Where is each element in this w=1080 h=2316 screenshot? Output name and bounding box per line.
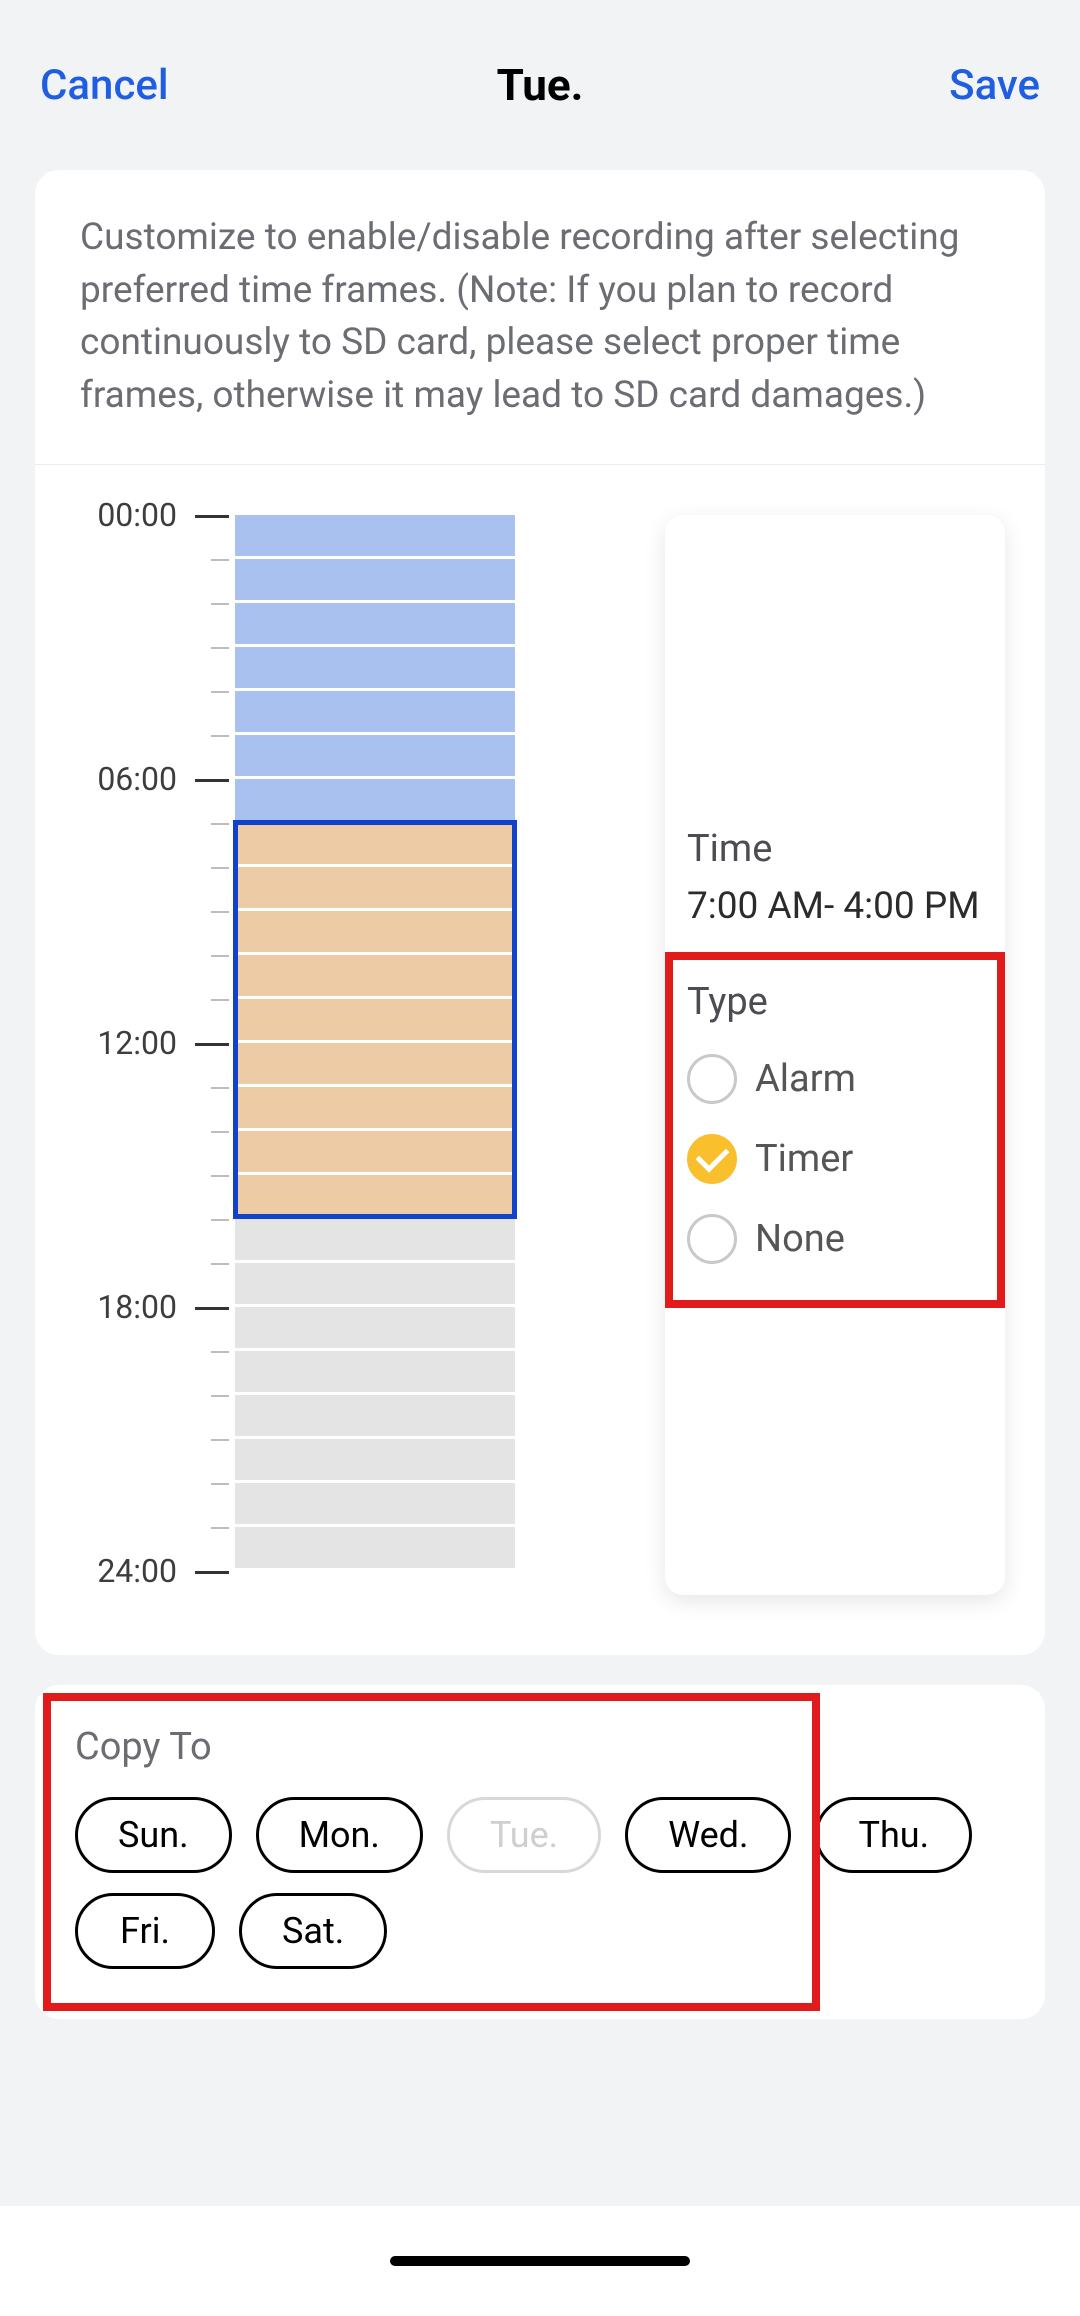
panel-time-heading: Time bbox=[687, 827, 983, 871]
tick-minor bbox=[211, 955, 229, 957]
tick-minor bbox=[211, 1527, 229, 1529]
copy-to-heading: Copy To bbox=[75, 1725, 1005, 1769]
panel-type-section: Type Alarm Timer None bbox=[665, 952, 1005, 1308]
day-pill-fri[interactable]: Fri. bbox=[75, 1893, 215, 1969]
time-slot[interactable] bbox=[235, 1483, 515, 1527]
time-slot[interactable] bbox=[235, 911, 515, 955]
tick-minor bbox=[211, 1395, 229, 1397]
tick-minor bbox=[211, 691, 229, 693]
header-bar: Cancel Tue. Save bbox=[0, 0, 1080, 170]
copy-to-days: Sun. Mon. Tue. Wed. Thu. Fri. Sat. bbox=[75, 1797, 1005, 1969]
tick-major bbox=[195, 1571, 229, 1574]
tick-minor bbox=[211, 647, 229, 649]
day-pill-sun[interactable]: Sun. bbox=[75, 1797, 232, 1873]
tick-major bbox=[195, 1043, 229, 1046]
tick-major bbox=[195, 1307, 229, 1310]
tick-minor bbox=[211, 735, 229, 737]
time-slot[interactable] bbox=[235, 1395, 515, 1439]
time-label: 12:00 bbox=[97, 1024, 177, 1062]
panel-time-value: 7:00 AM- 4:00 PM bbox=[687, 885, 983, 928]
time-slot[interactable] bbox=[235, 603, 515, 647]
tick-minor bbox=[211, 1131, 229, 1133]
day-pill-tue: Tue. bbox=[447, 1797, 601, 1873]
time-slot[interactable] bbox=[235, 1131, 515, 1175]
save-button[interactable]: Save bbox=[949, 61, 1040, 110]
time-slot[interactable] bbox=[235, 867, 515, 911]
time-slot[interactable] bbox=[235, 999, 515, 1043]
time-slot[interactable] bbox=[235, 779, 515, 823]
time-slot[interactable] bbox=[235, 823, 515, 867]
time-slot[interactable] bbox=[235, 1439, 515, 1483]
time-slot[interactable] bbox=[235, 1527, 515, 1571]
time-slots[interactable] bbox=[235, 515, 515, 1571]
time-slot[interactable] bbox=[235, 735, 515, 779]
time-slot[interactable] bbox=[235, 515, 515, 559]
time-slot[interactable] bbox=[235, 647, 515, 691]
time-slot[interactable] bbox=[235, 559, 515, 603]
page-title: Tue. bbox=[497, 59, 584, 111]
time-slot[interactable] bbox=[235, 1175, 515, 1219]
day-pill-thu[interactable]: Thu. bbox=[815, 1797, 972, 1873]
time-slot[interactable] bbox=[235, 1351, 515, 1395]
tick-minor bbox=[211, 559, 229, 561]
tick-minor bbox=[211, 603, 229, 605]
tick-minor bbox=[211, 1351, 229, 1353]
instruction-text: Customize to enable/disable recording af… bbox=[80, 212, 1000, 422]
type-radio-group: Alarm Timer None bbox=[687, 1054, 983, 1264]
day-pill-sat[interactable]: Sat. bbox=[239, 1893, 387, 1969]
type-option-label: Timer bbox=[755, 1137, 853, 1181]
day-pill-wed[interactable]: Wed. bbox=[625, 1797, 791, 1873]
tick-minor bbox=[211, 1219, 229, 1221]
time-slot[interactable] bbox=[235, 1263, 515, 1307]
time-slot[interactable] bbox=[235, 1087, 515, 1131]
copy-to-card: Copy To Sun. Mon. Tue. Wed. Thu. Fri. Sat. bbox=[35, 1685, 1045, 2019]
time-slot[interactable] bbox=[235, 1307, 515, 1351]
time-label: 24:00 bbox=[97, 1552, 177, 1590]
home-indicator bbox=[390, 2256, 690, 2266]
cancel-button[interactable]: Cancel bbox=[40, 61, 169, 110]
tick-minor bbox=[211, 999, 229, 1001]
time-axis-ticks bbox=[195, 515, 235, 1571]
time-label: 18:00 bbox=[97, 1288, 177, 1326]
radio-unchecked-icon bbox=[687, 1054, 737, 1104]
type-option-label: None bbox=[755, 1217, 845, 1261]
type-option-none[interactable]: None bbox=[687, 1214, 983, 1264]
tick-minor bbox=[211, 1087, 229, 1089]
tick-minor bbox=[211, 1483, 229, 1485]
day-pill-mon[interactable]: Mon. bbox=[256, 1797, 423, 1873]
timeline[interactable]: 00:0006:0012:0018:0024:00 bbox=[75, 515, 515, 1595]
tick-major bbox=[195, 779, 229, 782]
type-option-alarm[interactable]: Alarm bbox=[687, 1054, 983, 1104]
tick-minor bbox=[211, 1175, 229, 1177]
time-slot[interactable] bbox=[235, 1219, 515, 1263]
panel-time-section: Time 7:00 AM- 4:00 PM bbox=[665, 803, 1005, 952]
time-axis-labels: 00:0006:0012:0018:0024:00 bbox=[75, 515, 195, 1571]
schedule-card: 00:00 06:00 12:00 18:00 24:00 Time 7:00 AM- … bbox=[35, 465, 1045, 1655]
radio-checked-icon bbox=[687, 1134, 737, 1184]
tick-minor bbox=[211, 1439, 229, 1441]
time-label: 06:00 bbox=[97, 760, 177, 798]
instruction-card: Customize to enable/disable recording af… bbox=[35, 170, 1045, 465]
selection-panel: Time 7:00 AM- 4:00 PM Type Alarm Timer Non… bbox=[665, 515, 1005, 1595]
home-indicator-area bbox=[0, 2206, 1080, 2316]
tick-minor bbox=[211, 911, 229, 913]
type-option-timer[interactable]: Timer bbox=[687, 1134, 983, 1184]
type-option-label: Alarm bbox=[755, 1057, 856, 1101]
tick-minor bbox=[211, 823, 229, 825]
time-slot[interactable] bbox=[235, 955, 515, 999]
time-label: 00:00 bbox=[97, 496, 177, 534]
tick-major bbox=[195, 515, 229, 518]
radio-unchecked-icon bbox=[687, 1214, 737, 1264]
time-slot[interactable] bbox=[235, 1043, 515, 1087]
panel-type-heading: Type bbox=[687, 980, 983, 1024]
time-slot[interactable] bbox=[235, 691, 515, 735]
tick-minor bbox=[211, 867, 229, 869]
tick-minor bbox=[211, 1263, 229, 1265]
